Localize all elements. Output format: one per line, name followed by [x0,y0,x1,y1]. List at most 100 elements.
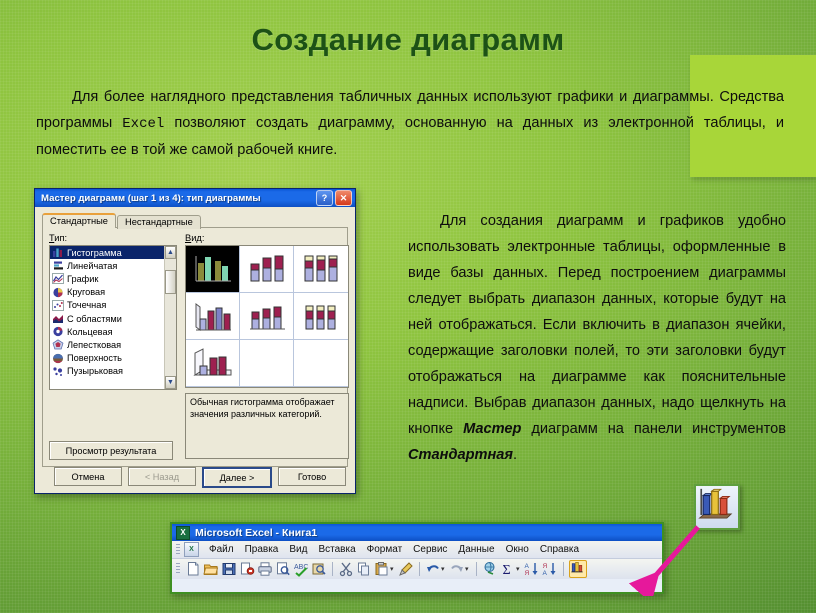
view-label: Вид: [185,233,205,243]
menu-item-help[interactable]: Справка [535,543,584,556]
list-item-label: Гистограмма [67,247,122,258]
menu-item-insert[interactable]: Вставка [313,543,360,556]
chart-type-listbox[interactable]: Гистограмма Линейчатая График Круговая Т… [49,245,177,390]
chart-subtype-grid[interactable] [185,245,349,388]
chevron-down-icon[interactable]: ▾ [516,565,521,573]
workbook-icon[interactable]: X [184,542,199,557]
list-item[interactable]: График [50,272,164,285]
histogram-icon [52,247,64,258]
new-document-icon[interactable] [185,561,201,577]
subtype-thumb-3d-clustered[interactable] [186,293,240,340]
view-column: Вид: Обычная гистограмма отображает знач… [185,233,349,459]
toolbar-separator [332,562,333,576]
menu-item-edit[interactable]: Правка [240,543,284,556]
excel-window-title: Microsoft Excel - Книга1 [195,526,318,539]
spellcheck-icon[interactable]: ABC [293,561,309,577]
chart-type-list: Гистограмма Линейчатая График Круговая Т… [50,246,164,389]
tab-standard[interactable]: Стандартные [42,213,116,228]
preview-result-button[interactable]: Просмотр результата [49,441,173,460]
chart-wizard-icon[interactable] [569,560,587,578]
menu-item-view[interactable]: Вид [284,543,312,556]
svg-text:A: A [525,563,530,570]
cut-icon[interactable] [338,561,354,577]
listbox-scrollbar[interactable]: ▲ ▼ [164,246,176,389]
autosum-icon[interactable]: Σ [500,561,516,577]
right-paragraph: Для создания диаграмм и графиков удобно … [408,208,786,468]
list-item-label: Пузырьковая [67,366,124,377]
subtype-thumb-3d-column[interactable] [186,340,240,387]
toolbar-separator [476,562,477,576]
next-button[interactable]: Далее > [202,467,272,488]
list-item-label: Точечная [67,300,107,311]
doughnut-chart-icon [52,326,64,337]
menu-item-file[interactable]: Файл [204,543,239,556]
print-preview-icon[interactable] [275,561,291,577]
dialog-titlebar[interactable]: Мастер диаграмм (шаг 1 из 4): тип диагра… [35,189,355,207]
excel-titlebar[interactable]: X Microsoft Excel - Книга1 [172,524,662,541]
undo-icon[interactable] [425,561,441,577]
cancel-button[interactable]: Отмена [54,467,122,486]
list-item[interactable]: Пузырьковая [50,365,164,378]
list-item-label: Поверхность [67,353,122,364]
excel-standard-toolbar: ABC ▾ ▾ ▾ Σ ▾ AЯ ЯA [172,559,662,579]
list-item[interactable]: Лепестковая [50,338,164,351]
paste-icon[interactable] [374,561,390,577]
subtype-thumb-empty [294,340,348,387]
menu-item-window[interactable]: Окно [501,543,534,556]
menu-item-tools[interactable]: Сервис [408,543,452,556]
chart-wizard-icon-magnified [694,484,740,530]
chevron-down-icon[interactable]: ▾ [390,565,395,573]
finish-button[interactable]: Готово [278,467,346,486]
list-item[interactable]: Точечная [50,299,164,312]
menu-item-format[interactable]: Формат [362,543,408,556]
radar-chart-icon [52,339,64,350]
sort-asc-icon[interactable]: AЯ [524,561,540,577]
hyperlink-icon[interactable] [482,561,498,577]
subtype-thumb-100-stacked[interactable] [294,246,348,293]
toolbar-grip[interactable] [176,563,180,575]
list-item[interactable]: С областями [50,312,164,325]
type-label: Тип: [49,233,68,243]
subtype-thumb-3d-100-stacked[interactable] [294,293,348,340]
research-icon[interactable] [311,561,327,577]
subtype-thumb-clustered-selected[interactable] [186,246,240,293]
list-item[interactable]: Поверхность [50,352,164,365]
tab-panel-standard: Тип: Гистограмма Линейчатая График Круго… [42,227,349,467]
svg-text:ABC: ABC [294,564,308,571]
list-item[interactable]: Линейчатая [50,259,164,272]
surface-chart-icon [52,353,64,364]
print-icon[interactable] [257,561,273,577]
subtype-thumb-empty [240,340,294,387]
help-icon[interactable]: ? [316,190,333,206]
email-icon[interactable] [239,561,255,577]
toolbar-separator [419,562,420,576]
scroll-thumb[interactable] [165,270,176,294]
toolbar-separator [563,562,564,576]
subtype-thumb-stacked[interactable] [240,246,294,293]
scroll-up-icon[interactable]: ▲ [165,246,176,259]
format-painter-icon[interactable] [398,561,414,577]
tab-custom[interactable]: Нестандартные [116,215,201,229]
scatter-chart-icon [52,299,64,311]
subtype-thumb-3d-stacked[interactable] [240,293,294,340]
dialog-tabs: Стандартные Нестандартные [42,213,348,229]
redo-icon[interactable] [449,561,465,577]
chevron-down-icon[interactable]: ▾ [465,565,470,573]
list-item[interactable]: Гистограмма [50,246,164,260]
copy-icon[interactable] [356,561,372,577]
right-paragraph-part3: . [513,447,518,463]
save-icon[interactable] [221,561,237,577]
bubble-chart-icon [52,366,64,377]
chevron-down-icon[interactable]: ▾ [441,565,446,573]
dialog-body: Стандартные Нестандартные Тип: Гистограм… [35,207,355,493]
close-icon[interactable]: ✕ [335,190,352,206]
menu-item-data[interactable]: Данные [453,543,499,556]
line-chart-icon [52,273,64,285]
menubar-grip[interactable] [176,543,180,556]
list-item[interactable]: Круговая [50,286,164,299]
sort-desc-icon[interactable]: ЯA [542,561,558,577]
open-folder-icon[interactable] [203,561,219,577]
scroll-down-icon[interactable]: ▼ [165,376,176,389]
svg-text:Я: Я [525,570,530,577]
list-item[interactable]: Кольцевая [50,325,164,338]
